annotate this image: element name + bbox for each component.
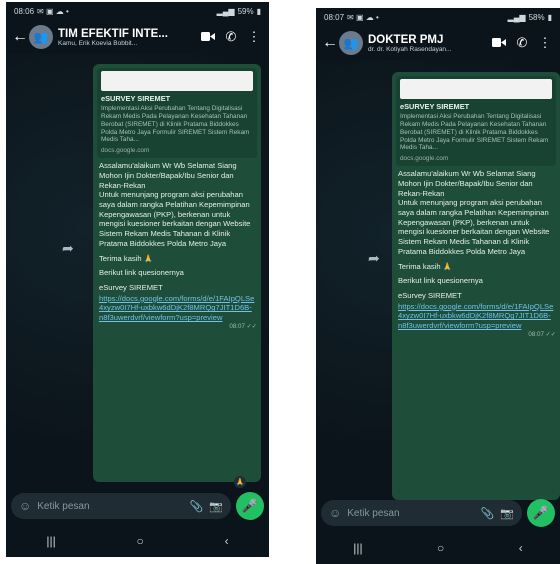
link-preview-url: docs.google.com xyxy=(400,154,449,162)
group-avatar[interactable]: 👥 xyxy=(339,31,363,55)
chat-title-area[interactable]: DOKTER PMJ dr. dr. Kotiyah Rasendayan... xyxy=(368,34,485,53)
sticker-icon[interactable]: ☺ xyxy=(19,499,31,513)
input-bar: ☺ Ketik pesan 📎 📷 🎤 xyxy=(6,491,269,521)
home-icon[interactable]: ○ xyxy=(137,534,144,548)
camera-icon[interactable]: 📷 xyxy=(209,500,223,513)
chat-subtitle: Kamu, Erik Koevia Bobbit... xyxy=(58,39,138,47)
back-arrow-icon[interactable]: ← xyxy=(12,28,28,46)
message-text: Assalamu'alaikum Wr Wb Selamat Siang Moh… xyxy=(396,166,556,331)
back-nav-icon[interactable]: ‹ xyxy=(519,541,523,555)
mic-icon[interactable]: 🎤 xyxy=(527,499,555,527)
link-preview-thumbnail xyxy=(101,71,253,91)
more-options-icon[interactable]: ⋮ xyxy=(536,35,554,51)
read-receipt-icon: ✓✓ xyxy=(246,322,257,330)
link-preview-thumbnail xyxy=(400,79,552,99)
recent-apps-icon[interactable]: ||| xyxy=(353,541,362,555)
video-call-icon[interactable] xyxy=(490,36,508,51)
phone-call-icon[interactable]: ✆ xyxy=(222,29,240,45)
survey-link[interactable]: https://docs.google.com/forms/d/e/1FAIpQ… xyxy=(99,294,255,323)
message-bubble[interactable]: eSURVEY SIREMET Implementasi Aksi Peruba… xyxy=(93,64,261,482)
survey-link[interactable]: https://docs.google.com/forms/d/e/1FAIpQ… xyxy=(398,302,554,331)
chat-title: DOKTER PMJ xyxy=(368,33,444,46)
battery-level: 59% xyxy=(237,6,254,16)
message-paragraph: Terima kasih 🙏 xyxy=(99,253,154,263)
message-paragraph: eSurvey SIREMET xyxy=(398,291,462,300)
message-meta: 08:07 ✓✓ xyxy=(396,331,556,339)
notification-icons: ✉ ▣ ☁ • xyxy=(347,12,379,22)
more-options-icon[interactable]: ⋮ xyxy=(245,29,263,45)
message-input-placeholder: Ketik pesan xyxy=(347,507,400,519)
home-icon[interactable]: ○ xyxy=(437,541,444,555)
battery-icon: ▮ xyxy=(256,6,261,16)
link-preview-title: eSURVEY SIREMET xyxy=(400,102,470,111)
chat-header: ← 👥 DOKTER PMJ dr. dr. Kotiyah Rasendaya… xyxy=(316,26,560,60)
attach-icon[interactable]: 📎 xyxy=(190,500,204,513)
group-avatar[interactable]: 👥 xyxy=(29,25,53,49)
system-nav-bar: ||| ○ ‹ xyxy=(316,532,560,564)
message-meta: 08:07 ✓✓ xyxy=(97,323,257,331)
mic-icon[interactable]: 🎤 xyxy=(236,492,264,520)
status-time: 08:07 xyxy=(324,12,345,22)
message-time: 08:07 xyxy=(229,322,245,330)
chat-subtitle: dr. dr. Kotiyah Rasendayan... xyxy=(368,45,452,53)
sticker-icon[interactable]: ☺ xyxy=(329,506,341,520)
attach-icon[interactable]: 📎 xyxy=(481,507,495,520)
message-paragraph: Berikut link quesionernya xyxy=(99,268,184,278)
message-paragraph: Assalamu'alaikum Wr Wb Selamat Siang Moh… xyxy=(398,169,550,256)
message-input-placeholder: Ketik pesan xyxy=(37,500,90,512)
signal-icon: ▂▄▆ xyxy=(216,6,235,16)
link-preview-description: Implementasi Aksi Perubahan Tentang Digi… xyxy=(400,113,549,152)
link-preview-title: eSURVEY SIREMET xyxy=(101,94,171,103)
message-text: Assalamu'alaikum Wr Wb Selamat Siang Moh… xyxy=(97,158,257,323)
chat-area[interactable]: ➦ eSURVEY SIREMET Implementasi Aksi Peru… xyxy=(316,60,560,500)
message-bubble[interactable]: eSURVEY SIREMET Implementasi Aksi Peruba… xyxy=(392,72,560,500)
status-bar: 08:06 ✉ ▣ ☁ • ▂▄▆ 59% ▮ xyxy=(6,2,269,20)
phone-call-icon[interactable]: ✆ xyxy=(513,35,531,51)
recent-apps-icon[interactable]: ||| xyxy=(46,534,55,548)
message-input[interactable]: ☺ Ketik pesan 📎 📷 xyxy=(11,493,231,519)
phone-screenshot-right: 08:07 ✉ ▣ ☁ • ▂▄▆ 58% ▮ ← 👥 DOKTER PMJ d… xyxy=(316,8,560,564)
read-receipt-icon: ✓✓ xyxy=(545,330,556,338)
forward-icon[interactable]: ➦ xyxy=(368,250,380,267)
chat-title-area[interactable]: TIM EFEKTIF INTE... Kamu, Erik Koevia Bo… xyxy=(58,28,194,47)
link-preview[interactable]: eSURVEY SIREMET Implementasi Aksi Peruba… xyxy=(396,76,556,167)
status-time: 08:06 xyxy=(14,6,35,16)
battery-level: 58% xyxy=(528,12,545,22)
notification-icons: ✉ ▣ ☁ • xyxy=(37,6,69,16)
phone-screenshot-left: 08:06 ✉ ▣ ☁ • ▂▄▆ 59% ▮ ← 👥 TIM EFEKTIF … xyxy=(6,2,269,557)
message-paragraph: Assalamu'alaikum Wr Wb Selamat Siang Moh… xyxy=(99,161,251,248)
chat-area[interactable]: ➦ eSURVEY SIREMET Implementasi Aksi Peru… xyxy=(6,54,269,488)
message-paragraph: Berikut link quesionernya xyxy=(398,276,483,286)
message-time: 08:07 xyxy=(528,330,544,338)
link-preview[interactable]: eSURVEY SIREMET Implementasi Aksi Peruba… xyxy=(97,68,257,159)
video-call-icon[interactable] xyxy=(199,30,217,45)
status-bar: 08:07 ✉ ▣ ☁ • ▂▄▆ 58% ▮ xyxy=(316,8,560,26)
message-paragraph: Terima kasih 🙏 xyxy=(398,261,453,271)
link-preview-description: Implementasi Aksi Perubahan Tentang Digi… xyxy=(101,105,250,144)
chat-header: ← 👥 TIM EFEKTIF INTE... Kamu, Erik Koevi… xyxy=(6,20,269,54)
signal-icon: ▂▄▆ xyxy=(507,12,526,22)
message-input[interactable]: ☺ Ketik pesan 📎 📷 xyxy=(321,500,522,526)
forward-icon[interactable]: ➦ xyxy=(62,240,74,257)
input-bar: ☺ Ketik pesan 📎 📷 🎤 xyxy=(316,498,560,528)
back-arrow-icon[interactable]: ← xyxy=(322,34,338,52)
link-preview-url: docs.google.com xyxy=(101,146,150,154)
chat-title: TIM EFEKTIF INTE... xyxy=(58,27,168,40)
battery-icon: ▮ xyxy=(547,12,552,22)
system-nav-bar: ||| ○ ‹ xyxy=(6,525,269,557)
reaction-badge[interactable]: 🙏 xyxy=(234,476,246,488)
back-nav-icon[interactable]: ‹ xyxy=(225,534,229,548)
camera-icon[interactable]: 📷 xyxy=(500,507,514,520)
message-paragraph: eSurvey SIREMET xyxy=(99,283,163,292)
